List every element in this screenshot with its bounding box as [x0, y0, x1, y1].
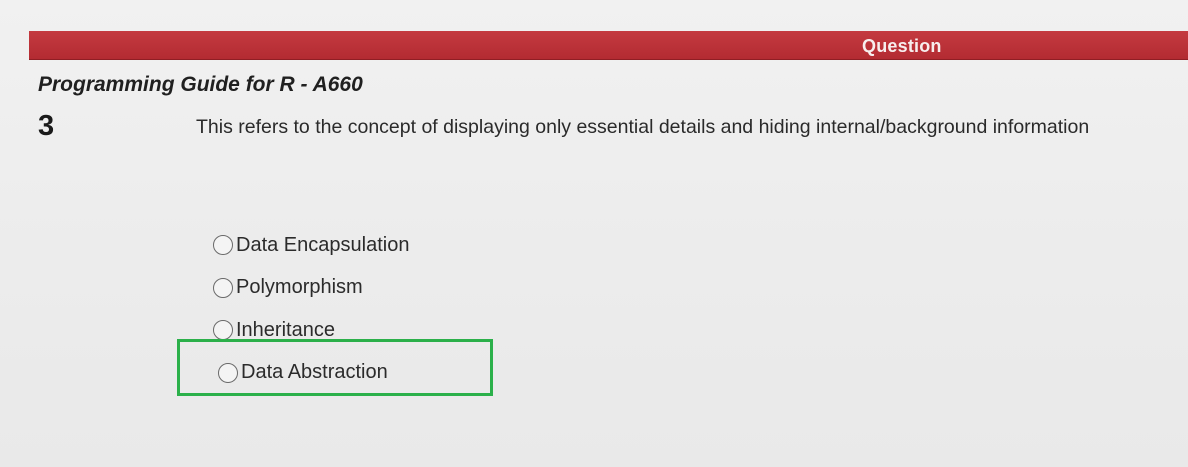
question-number: 3 [38, 110, 55, 142]
option-data-encapsulation[interactable]: Data Encapsulation [213, 224, 409, 267]
radio-button-unchecked-icon[interactable] [218, 362, 238, 383]
option-data-abstraction[interactable]: Data Abstraction [218, 352, 409, 395]
radio-button-unchecked-icon[interactable] [213, 320, 233, 341]
option-label[interactable]: Data Abstraction [241, 361, 388, 384]
option-label[interactable]: Inheritance [236, 319, 335, 342]
header-title: Question [862, 36, 942, 56]
question-header-bar: Question [29, 31, 1188, 60]
radio-button-unchecked-icon[interactable] [213, 277, 233, 298]
option-polymorphism[interactable]: Polymorphism [213, 267, 409, 310]
answer-options: Data Encapsulation Polymorphism Inherita… [213, 224, 409, 394]
course-title: Programming Guide for R - A660 [38, 73, 363, 96]
option-label[interactable]: Polymorphism [236, 276, 363, 299]
option-label[interactable]: Data Encapsulation [236, 234, 409, 257]
question-text: This refers to the concept of displaying… [196, 116, 1090, 138]
radio-button-unchecked-icon[interactable] [213, 235, 233, 256]
option-inheritance[interactable]: Inheritance [213, 309, 409, 352]
